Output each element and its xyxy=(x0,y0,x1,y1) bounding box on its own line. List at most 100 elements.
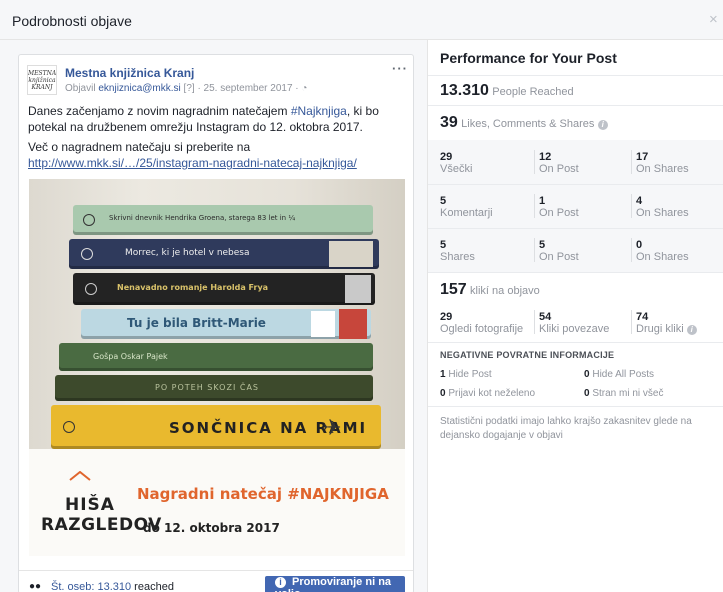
divider xyxy=(428,228,723,229)
page-avatar[interactable]: MESTNA knjižnica KRANJ xyxy=(27,65,57,95)
post-paragraph-2: Več o nagradnem natečaju si preberite na… xyxy=(28,139,408,171)
stat-value: 4 xyxy=(636,195,643,207)
neg-label: Hide All Posts xyxy=(592,369,655,380)
stat-shares-post: 5 On Post xyxy=(539,239,579,263)
swallow-icon: ✈ xyxy=(323,415,342,440)
stat-likes-shares: 17 On Shares xyxy=(636,151,689,175)
stat-comments-total: 5 Komentarji xyxy=(440,195,493,219)
book-2: Morrec, ki je hotel v nebesa xyxy=(69,239,379,269)
neg-value: 0 xyxy=(584,369,590,380)
article-link[interactable]: http://www.mkk.si/…/25/instagram-nagradn… xyxy=(28,156,357,170)
book-logo-icon xyxy=(81,248,93,260)
contest-poster: HIŠA RAZGLEDOV Nagradni natečaj #NAJKNJI… xyxy=(29,449,405,556)
close-icon[interactable]: × xyxy=(709,11,718,28)
people-reached-label: People Reached xyxy=(492,86,574,98)
neg-report-spam: 0 Prijavi kot neželeno xyxy=(440,388,535,399)
book-6: PO POTEH SKOZI ČAS xyxy=(55,375,373,401)
book-1-title: Skrivni dnevnik Hendrika Groena, starega… xyxy=(109,214,296,222)
stat-label: Ogledi fotografije xyxy=(440,323,524,335)
hashtag-link[interactable]: #Najknjiga xyxy=(291,104,347,118)
book-3-title: Nenavadno romanje Harolda Frya xyxy=(117,283,269,292)
post-card: MESTNA knjižnica KRANJ Mestna knjižnica … xyxy=(18,54,414,592)
neg-hide-all: 0 Hide All Posts xyxy=(584,369,654,380)
stat-label-text: Drugi kliki xyxy=(636,323,684,335)
reach-summary: Št. oseb: 13.310 reached xyxy=(51,581,174,592)
page-name-link[interactable]: Mestna knjižnica Kranj xyxy=(65,66,194,80)
contest-title: Nagradni natečaj #NAJKNJIGA xyxy=(137,485,389,503)
post-paragraph-1: Danes začenjamo z novim nagradnim nateča… xyxy=(28,103,408,135)
stat-value: 5 xyxy=(539,239,546,251)
text-segment: Danes začenjamo z novim nagradnim nateča… xyxy=(28,104,291,118)
meta-prefix: Objavil xyxy=(65,83,96,94)
neg-hide-post: 1 Hide Post xyxy=(440,369,492,380)
meta-date: [?] · 25. september 2017 · xyxy=(180,83,302,94)
info-icon[interactable]: i xyxy=(686,325,697,335)
stat-label: Drugi kliki i xyxy=(636,323,697,335)
divider xyxy=(428,184,723,185)
people-reached-row: 13.310 People Reached xyxy=(440,82,574,100)
book-4: Tu je bila Britt-Marie xyxy=(81,309,371,339)
divider xyxy=(428,105,723,106)
book-5: Gošpa Oskar Pajek xyxy=(59,343,373,371)
reach-suffix: reached xyxy=(131,581,174,592)
divider xyxy=(428,342,723,343)
info-icon[interactable]: i xyxy=(597,120,608,130)
stat-value: 54 xyxy=(539,311,552,323)
post-details-dialog: Podrobnosti objave × MESTNA knjižnica KR… xyxy=(0,0,723,592)
divider xyxy=(428,75,723,76)
stat-label: On Shares xyxy=(636,163,689,175)
post-preview-pane: MESTNA knjižnica KRANJ Mestna knjižnica … xyxy=(0,40,427,592)
reach-link[interactable]: Št. oseb: 13.310 xyxy=(51,581,131,592)
negative-feedback-title: NEGATIVNE POVRATNE INFORMACIJE xyxy=(440,350,615,360)
more-options-icon[interactable]: ··· xyxy=(392,61,408,76)
book-6-title: PO POTEH SKOZI ČAS xyxy=(155,383,259,392)
neg-label: Hide Post xyxy=(448,369,492,380)
stat-other-clicks: 74 Drugi kliki i xyxy=(636,311,697,335)
stat-label: On Shares xyxy=(636,207,689,219)
promote-button[interactable]: iPromoviranje ni na voljo xyxy=(265,576,405,592)
stat-label: On Post xyxy=(539,207,579,219)
engagement-breakdown: 29 Všečki 12 On Post 17 On Shares 5 Komentar… xyxy=(428,140,723,272)
spine-label xyxy=(339,309,367,339)
neg-value: 1 xyxy=(440,369,446,380)
book-logo-icon xyxy=(63,421,75,433)
stat-label: Komentarji xyxy=(440,207,493,219)
engagement-row: 39 Likes, Comments & Shares i xyxy=(440,114,608,132)
people-reached-value: 13.310 xyxy=(440,82,489,99)
post-image[interactable]: Skrivni dnevnik Hendrika Groena, starega… xyxy=(29,179,405,556)
stat-value: 12 xyxy=(539,151,552,163)
post-footer: ●● Št. oseb: 13.310 reached i Promoviranj… xyxy=(19,570,413,592)
neg-value: 0 xyxy=(584,388,590,399)
divider xyxy=(534,150,535,174)
stat-label: On Post xyxy=(539,163,579,175)
stat-photo-views: 29 Ogledi fotografije xyxy=(440,311,523,335)
stat-label: On Shares xyxy=(636,251,689,263)
book-3: Nenavadno romanje Harolda Frya xyxy=(73,273,375,305)
dialog-title: Podrobnosti objave xyxy=(12,13,132,29)
neg-unlike-page: 0 Stran mi ni všeč xyxy=(584,388,663,399)
divider xyxy=(534,194,535,218)
info-icon: i xyxy=(275,577,286,588)
divider xyxy=(631,150,632,174)
post-meta: Objavil eknjiznica@mkk.si [?] · 25. sept… xyxy=(65,83,307,94)
spine-label xyxy=(329,241,373,267)
book-7: SONČNICA NA RAMI ✈ xyxy=(51,405,381,449)
book-1: Skrivni dnevnik Hendrika Groena, starega… xyxy=(73,205,373,235)
logo-hisa: HIŠA xyxy=(65,495,115,515)
divider xyxy=(428,406,723,407)
stat-value: 29 xyxy=(440,151,453,163)
stats-footnote: Statistični podatki imajo lahko krajšo z… xyxy=(440,416,692,441)
clicks-label: klikí na objavo xyxy=(470,285,540,297)
stat-likes-total: 29 Všečki xyxy=(440,151,472,175)
divider xyxy=(631,194,632,218)
performance-title: Performance for Your Post xyxy=(440,50,617,66)
contest-date: do 12. oktobra 2017 xyxy=(143,521,280,535)
globe-icon: ◔ xyxy=(301,83,308,94)
post-text: Danes začenjamo z novim nagradnim nateča… xyxy=(28,103,408,175)
divider xyxy=(534,238,535,262)
performance-pane: Performance for Your Post 13.310 People … xyxy=(427,40,723,592)
clicks-row: 157 klikí na objavo xyxy=(440,281,540,299)
author-link[interactable]: eknjiznica@mkk.si xyxy=(98,83,180,94)
text-segment: Več o nagradnem natečaju si preberite na xyxy=(28,140,251,154)
stat-shares-total: 5 Shares xyxy=(440,239,475,263)
